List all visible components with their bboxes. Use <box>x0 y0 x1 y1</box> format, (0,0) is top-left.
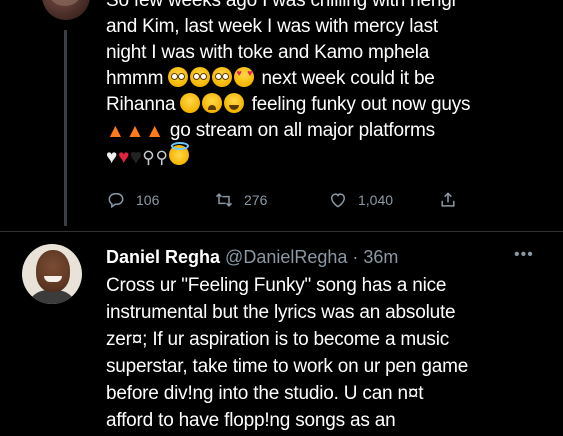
fire-emoji-icon: ▲ <box>125 121 145 142</box>
thread-connector-line <box>64 30 67 226</box>
heart-icon <box>330 193 346 208</box>
share-icon <box>441 192 455 207</box>
white-heart-emoji-icon: ♥ <box>106 147 118 168</box>
reply-line: afford to have flopp!ng songs as an <box>106 410 396 431</box>
tweet-author-header: Daniel Regha @DanielRegha · 36m <box>106 246 398 268</box>
tweet-line-with-emoji: Rihanna feeling funky out now guys <box>106 92 556 118</box>
reply-count: 106 <box>136 192 160 208</box>
tweet-line: So few weeks ago I was chilling with nen… <box>106 0 456 11</box>
avatar-face <box>36 250 70 292</box>
tweet-line: and Kim, last week I was with mercy last <box>106 16 438 37</box>
avatar[interactable] <box>22 244 82 304</box>
tweet-text-fragment: go stream on all major platforms <box>169 120 435 141</box>
flushed-face-emoji-icon <box>212 67 233 87</box>
heart-eyes-emoji-icon <box>234 67 255 87</box>
reply-line: Cross ur "Feeling Funky" song has a nice <box>106 275 447 296</box>
reply-button[interactable]: 106 <box>106 190 159 210</box>
previous-author-avatar[interactable] <box>42 0 90 20</box>
header-separator: · <box>347 247 364 267</box>
tweet-action-bar: 106 276 1,040 <box>106 190 536 214</box>
more-icon[interactable]: ••• <box>514 246 534 264</box>
tears-of-joy-emoji-icon <box>224 93 245 113</box>
author-display-name[interactable]: Daniel Regha <box>106 247 220 267</box>
flushed-face-emoji-icon <box>190 67 211 87</box>
syringe-emoji-icon: ⚲ <box>155 148 168 167</box>
retweet-icon <box>215 193 233 207</box>
tweet-text-fragment: feeling funky out now guys <box>251 94 471 115</box>
reply-line: instrumental but the lyrics was an absol… <box>106 302 456 323</box>
tweet-body: So few weeks ago I was chilling with nen… <box>106 0 556 170</box>
black-heart-emoji-icon: ♥ <box>130 147 142 168</box>
tweet-text-fragment: next week could it be <box>261 68 435 89</box>
retweet-button[interactable]: 276 <box>214 190 267 210</box>
tweet-emoji-line: ♥♥♥⚲⚲ <box>106 142 556 170</box>
like-button[interactable]: 1,040 <box>328 190 393 210</box>
share-button[interactable] <box>438 190 458 210</box>
reply-line: zer¤; If ur aspiration is to become a mu… <box>106 329 450 350</box>
reply-line: before div!ng into the studio. U can n¤t <box>106 383 424 404</box>
tweet-divider <box>0 231 563 232</box>
tweet-text-fragment: Rihanna <box>106 94 176 115</box>
fire-emoji-icon: ▲ <box>106 121 125 142</box>
syringe-emoji-icon: ⚲ <box>142 148 155 167</box>
avatar-shirt <box>26 290 78 304</box>
fire-emoji-icon: ▲ <box>145 121 164 142</box>
thinking-face-emoji-icon <box>180 93 201 113</box>
weary-face-emoji-icon <box>202 93 223 113</box>
smiling-face-with-halo-emoji-icon <box>168 142 189 165</box>
tweet-timestamp[interactable]: 36m <box>363 247 398 267</box>
flushed-face-emoji-icon <box>168 67 189 87</box>
reply-line: superstar, take time to work on ur pen g… <box>106 356 469 377</box>
retweet-count: 276 <box>244 192 268 208</box>
tweet-text-fragment: hmmm <box>106 68 164 89</box>
tweet-line: night I was with toke and Kamo mphela <box>106 42 430 63</box>
tweet-line-with-emoji: hmmm next week could it be <box>106 66 556 92</box>
red-heart-emoji-icon: ♥ <box>118 147 130 168</box>
like-count: 1,040 <box>358 192 394 208</box>
reply-icon <box>108 193 124 209</box>
reply-body: Cross ur "Feeling Funky" song has a nice… <box>106 272 556 434</box>
tweet-line-with-emoji: ▲▲▲ go stream on all major platforms <box>106 118 556 144</box>
author-handle[interactable]: @DanielRegha <box>225 247 347 267</box>
